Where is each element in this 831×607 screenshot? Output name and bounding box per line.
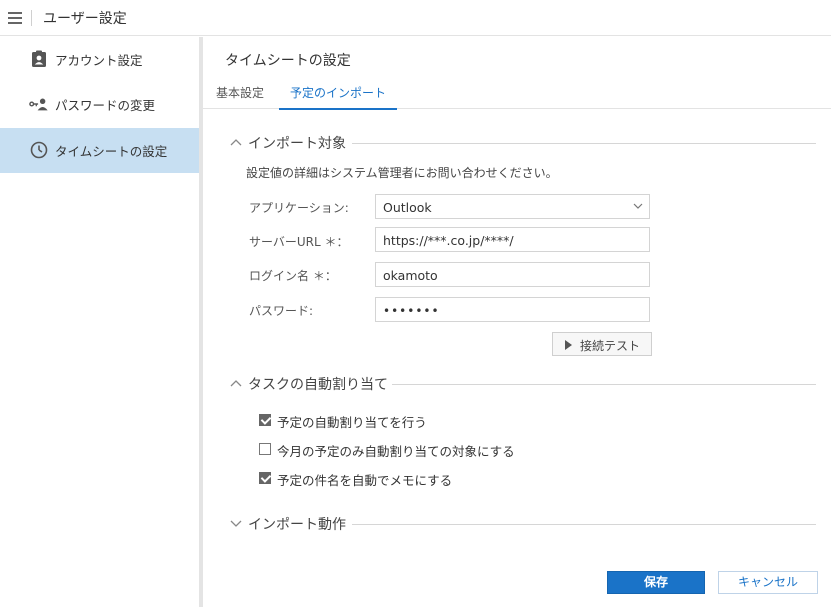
- chevron-up-icon: [230, 139, 242, 146]
- sidebar: アカウント設定 パスワードの変更 タイムシートの設定: [0, 37, 199, 607]
- section-title: タスクの自動割り当て: [248, 377, 388, 393]
- sidebar-item-label: パスワードの変更: [55, 98, 156, 113]
- checkbox-unchecked[interactable]: [259, 443, 271, 455]
- divider: [31, 10, 32, 26]
- password-field[interactable]: •••••••: [375, 297, 650, 322]
- clock-icon: [30, 141, 48, 159]
- tab-bar: 基本設定 予定のインポート: [203, 82, 831, 110]
- checkbox-checked[interactable]: [259, 472, 271, 484]
- section-divider: [352, 524, 816, 525]
- login-name-value: okamoto: [383, 268, 438, 283]
- chevron-up-icon: [230, 380, 242, 387]
- login-name-label: ログイン名 ＊：: [249, 269, 337, 283]
- section-title: インポート対象: [248, 136, 346, 152]
- account-badge-icon: [32, 50, 46, 67]
- key-person-icon: [29, 98, 48, 111]
- sidebar-item-label: アカウント設定: [55, 53, 143, 68]
- checkbox-checked[interactable]: [259, 414, 271, 426]
- checkbox-label: 予定の件名を自動でメモにする: [277, 473, 453, 488]
- password-value: •••••••: [383, 304, 440, 318]
- server-url-label: サーバーURL ＊：: [249, 235, 349, 249]
- chevron-down-icon: [633, 203, 643, 209]
- application-value: Outlook: [383, 200, 432, 215]
- section-divider: [352, 143, 816, 144]
- page-header-title: ユーザー設定: [43, 11, 127, 27]
- application-label: アプリケーション:: [249, 201, 349, 215]
- sidebar-item-password[interactable]: パスワードの変更: [0, 82, 199, 127]
- sidebar-item-account[interactable]: アカウント設定: [0, 37, 199, 82]
- menu-icon[interactable]: [8, 12, 22, 24]
- password-label: パスワード:: [249, 304, 314, 318]
- page-title: タイムシートの設定: [225, 53, 351, 69]
- help-note: 設定値の詳細はシステム管理者にお問い合わせください。: [246, 166, 558, 180]
- play-icon: [565, 340, 572, 350]
- section-divider: [392, 384, 816, 385]
- save-button[interactable]: 保存: [607, 571, 705, 594]
- button-label: 接続テスト: [580, 339, 641, 353]
- chevron-down-icon: [230, 520, 242, 527]
- sidebar-item-timesheet[interactable]: タイムシートの設定: [0, 128, 199, 173]
- section-title: インポート動作: [248, 517, 346, 533]
- application-select[interactable]: Outlook: [375, 194, 650, 219]
- tab-basic-settings[interactable]: 基本設定: [216, 84, 264, 110]
- server-url-field[interactable]: https://***.co.jp/****/: [375, 227, 650, 252]
- tab-schedule-import[interactable]: 予定のインポート: [279, 84, 398, 110]
- login-name-field[interactable]: okamoto: [375, 262, 650, 287]
- cancel-button[interactable]: キャンセル: [718, 571, 818, 594]
- sidebar-item-label: タイムシートの設定: [55, 144, 168, 159]
- connection-test-button[interactable]: 接続テスト: [552, 332, 652, 356]
- checkbox-label: 予定の自動割り当てを行う: [277, 415, 427, 430]
- checkbox-label: 今月の予定のみ自動割り当ての対象にする: [277, 444, 515, 459]
- main-content: タイムシートの設定 基本設定 予定のインポート インポート対象 設定値の詳細はシ…: [203, 37, 831, 607]
- server-url-value: https://***.co.jp/****/: [383, 233, 514, 248]
- top-bar: ユーザー設定: [0, 0, 831, 36]
